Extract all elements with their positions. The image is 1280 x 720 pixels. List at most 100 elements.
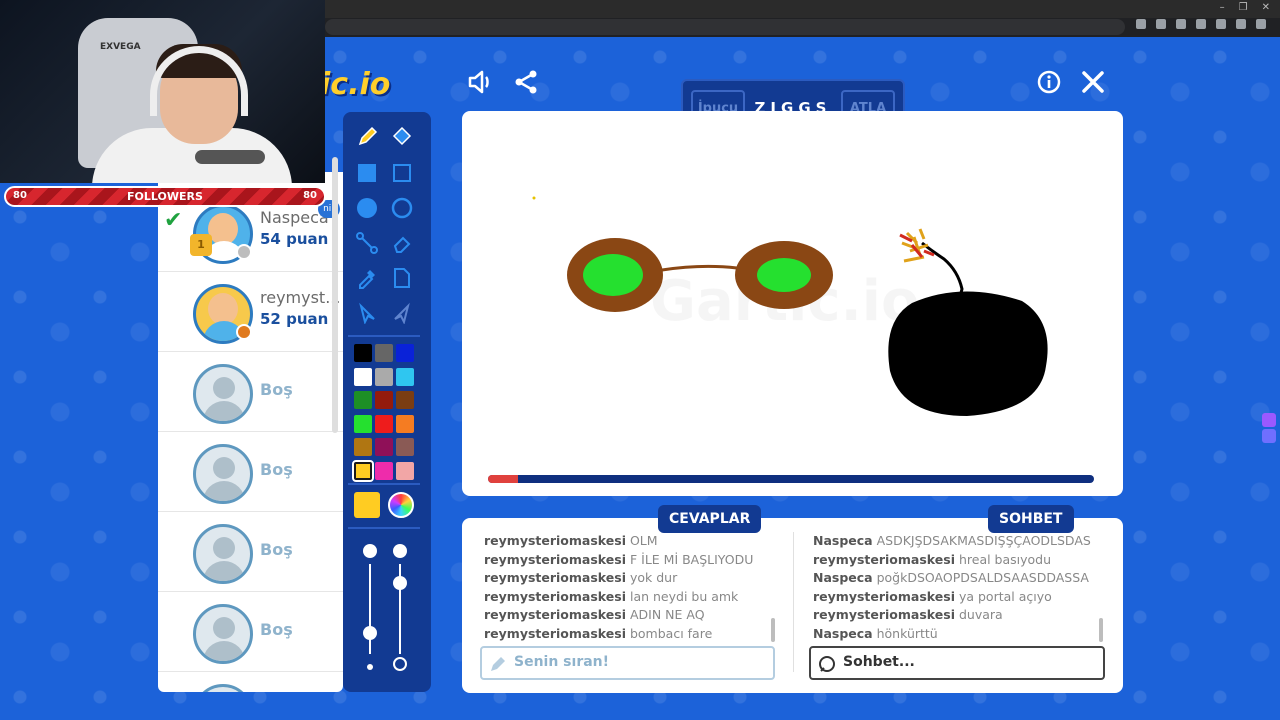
player-row[interactable]: reymyst... 52 puan [158, 272, 343, 352]
player-score: 52 puan [260, 310, 329, 328]
message-row: Naspeca ASDKJŞDSAKMASDIŞŞÇAODLSDAS [813, 532, 1105, 551]
message-user[interactable]: Naspeca [813, 570, 873, 585]
color-swatch[interactable] [354, 414, 372, 433]
app-logo[interactable]: ic.io [320, 67, 390, 102]
color-swatch[interactable] [354, 391, 372, 409]
close-window-button[interactable]: ✕ [1262, 2, 1270, 13]
chat-input[interactable] [843, 654, 1083, 670]
drawing-canvas[interactable]: Gartic.io [462, 111, 1123, 496]
message-row: reymysteriomaskesi ADIN NE AQ [484, 606, 784, 625]
message-user[interactable]: reymysteriomaskesi [484, 626, 626, 641]
color-swatch[interactable] [396, 461, 414, 480]
message-user[interactable]: Naspeca [813, 533, 873, 548]
redo-icon[interactable] [388, 299, 416, 327]
color-wheel-icon[interactable] [388, 492, 414, 518]
message-user[interactable]: reymysteriomaskesi [813, 607, 955, 622]
filled-circle-icon[interactable] [353, 194, 381, 222]
color-swatch[interactable] [354, 438, 372, 456]
glasses-bridge [661, 264, 738, 272]
color-swatch[interactable] [396, 438, 414, 456]
extension-icon[interactable] [1216, 19, 1226, 29]
message-row: reymysteriomaskesi F İLE Mİ BAŞLIYODU [484, 551, 784, 570]
color-swatch[interactable] [352, 459, 374, 482]
webcam-overlay: EXVEGA [0, 0, 325, 183]
color-swatch[interactable] [396, 367, 414, 386]
message-user[interactable]: reymysteriomaskesi [484, 607, 626, 622]
empty-slot: Boş [158, 592, 343, 672]
message-row: reymysteriomaskesi yok dur [484, 569, 784, 588]
window-controls: – ❐ ✕ [1220, 2, 1270, 13]
answers-scrollbar[interactable] [771, 618, 775, 642]
undo-icon[interactable] [353, 299, 381, 327]
answer-input[interactable] [514, 654, 754, 670]
color-swatch[interactable] [375, 344, 393, 362]
color-swatch[interactable] [375, 391, 393, 409]
brush-size-min-dot [367, 664, 373, 670]
message-user[interactable]: reymysteriomaskesi [484, 570, 626, 585]
color-swatch[interactable] [375, 438, 393, 456]
filled-square-icon[interactable] [353, 159, 381, 187]
player-score: 54 puan [260, 230, 329, 248]
color-swatch[interactable] [354, 344, 372, 362]
extension-icon[interactable] [1262, 413, 1276, 427]
eraser-icon[interactable] [388, 229, 416, 257]
check-icon: ✔ [164, 208, 183, 233]
message-row: reymysteriomaskesi duvara [813, 606, 1105, 625]
right-lens [757, 258, 811, 292]
message-row: reymysteriomaskesi OLM [484, 532, 784, 551]
message-user[interactable]: reymysteriomaskesi [484, 589, 626, 604]
color-swatch[interactable] [375, 367, 393, 386]
message-user[interactable]: reymysteriomaskesi [813, 589, 955, 604]
message-user[interactable]: Naspeca [813, 626, 873, 641]
info-icon[interactable] [1034, 67, 1064, 97]
extension-icon[interactable] [1262, 429, 1276, 443]
line-icon[interactable] [353, 229, 381, 257]
current-color-swatch[interactable] [354, 492, 380, 518]
minimize-button[interactable]: – [1220, 2, 1225, 13]
profile-icon[interactable] [1256, 19, 1266, 29]
message-user[interactable]: reymysteriomaskesi [813, 552, 955, 567]
maximize-button[interactable]: ❐ [1239, 2, 1248, 13]
fill-bucket-icon[interactable] [388, 123, 416, 151]
empty-avatar-icon [193, 444, 253, 504]
color-swatch[interactable] [375, 461, 393, 480]
chat-title: SOHBET [988, 505, 1074, 533]
players-scrollbar[interactable] [332, 157, 338, 433]
turn-timer-fill [488, 475, 519, 483]
square-outline-icon[interactable] [388, 159, 416, 187]
eyedropper-icon[interactable] [353, 264, 381, 292]
message-user[interactable]: reymysteriomaskesi [484, 533, 626, 548]
message-row: Naspeca hönkürttü [813, 625, 1105, 644]
players-list: ✔ 1 Naspeca 54 puan reymyst... 52 puan B… [158, 172, 343, 692]
empty-slot-label: Boş [260, 620, 293, 639]
answer-input-box[interactable] [480, 646, 775, 680]
color-swatch[interactable] [354, 367, 372, 386]
extension-icon[interactable] [1156, 19, 1166, 29]
brush-size-slider[interactable] [369, 564, 371, 654]
followers-goal: 80 [303, 190, 317, 201]
chat-scrollbar[interactable] [1099, 618, 1103, 642]
tools-divider [348, 483, 420, 485]
close-icon[interactable] [1078, 67, 1108, 97]
extension-icon[interactable] [1196, 19, 1206, 29]
share-icon[interactable] [511, 67, 541, 97]
chat-input-box[interactable] [809, 646, 1105, 680]
extension-icon[interactable] [1236, 19, 1246, 29]
color-swatch[interactable] [396, 391, 414, 409]
extension-icon[interactable] [1136, 19, 1146, 29]
tools-divider [348, 527, 420, 529]
message-text: OLM [629, 533, 658, 548]
new-page-icon[interactable] [388, 264, 416, 292]
address-bar[interactable] [325, 19, 1125, 35]
sound-icon[interactable] [466, 67, 496, 97]
color-swatch[interactable] [396, 344, 414, 362]
circle-outline-icon[interactable] [388, 194, 416, 222]
chat-panel: Naspeca ASDKJŞDSAKMASDIŞŞÇAODLSDAS reymys… [793, 518, 1123, 693]
color-swatch[interactable] [396, 414, 414, 433]
empty-avatar-icon [193, 684, 253, 692]
color-swatch[interactable] [375, 414, 393, 433]
bookmark-icon[interactable] [1176, 19, 1186, 29]
message-user[interactable]: reymysteriomaskesi [484, 552, 626, 567]
pencil-icon[interactable] [353, 123, 381, 151]
answers-panel: reymysteriomaskesi OLM reymysteriomaskesi… [462, 518, 793, 693]
